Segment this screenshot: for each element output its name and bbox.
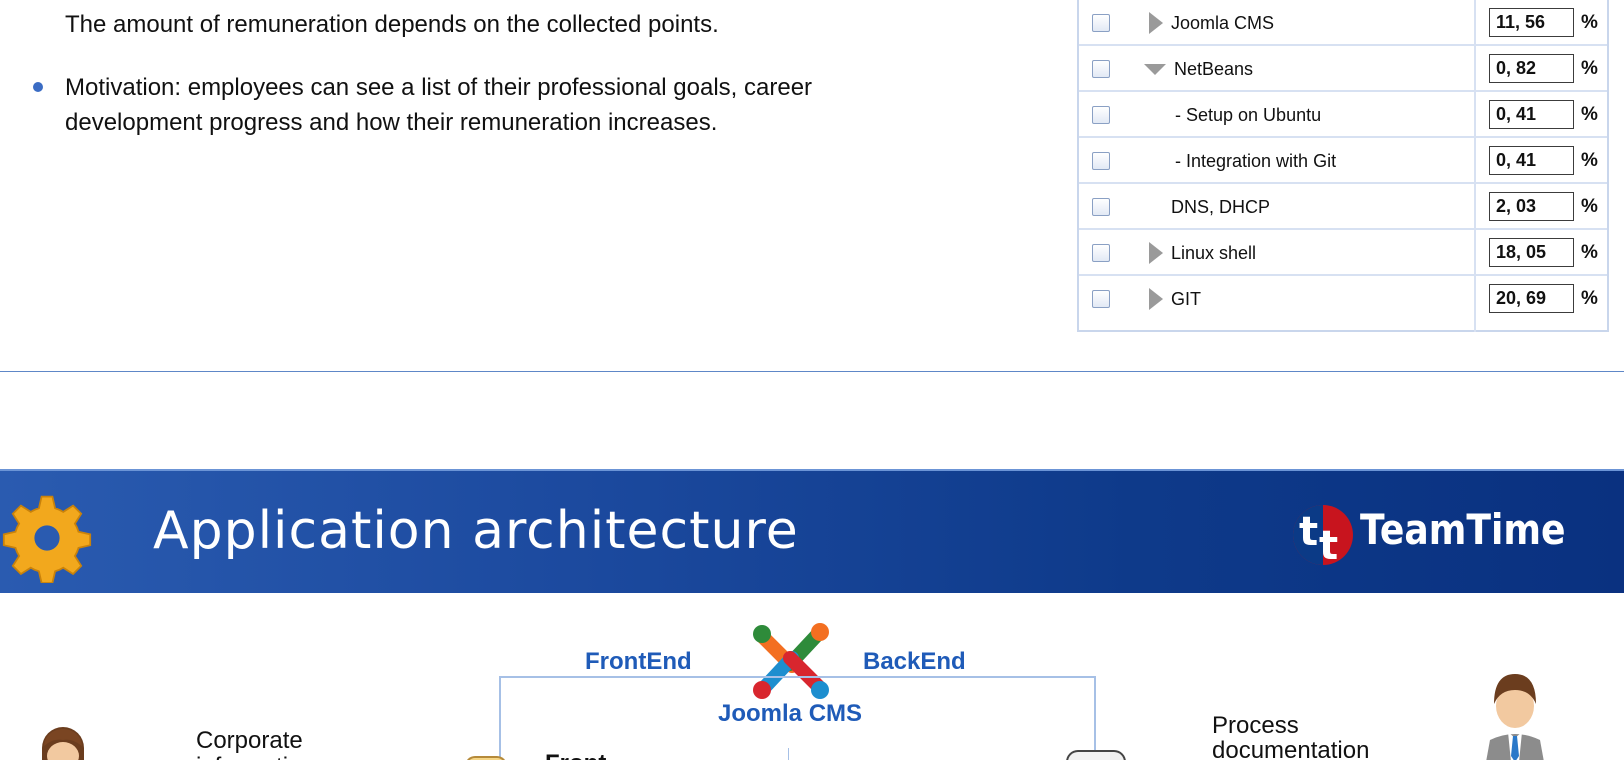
percent-sign: % [1581, 104, 1598, 125]
skill-row-netbeans[interactable]: NetBeans 0, 82 % [1079, 46, 1607, 92]
frontend-backend-divider [788, 748, 789, 760]
percent-sign: % [1581, 12, 1598, 33]
svg-text:t: t [1319, 523, 1338, 569]
percent-sign: % [1581, 288, 1598, 309]
frontend-label: FrontEnd [585, 648, 692, 675]
row-checkbox[interactable] [1092, 14, 1110, 32]
percent-sign: % [1581, 196, 1598, 217]
frontend-module-label: Front [545, 750, 606, 760]
motivation-text: Motivation: employees can see a list of … [65, 74, 813, 136]
skill-percent-field[interactable]: 0, 41 [1489, 146, 1574, 175]
brand-name: TeamTime [1360, 505, 1566, 554]
skill-label: DNS, DHCP [1171, 197, 1271, 217]
skill-label: - Setup on Ubuntu [1175, 105, 1322, 125]
remuneration-text: The amount of remuneration depends on th… [65, 11, 719, 38]
process-documentation-label: Process documentation [1212, 713, 1369, 760]
skill-percent-field[interactable]: 20, 69 [1489, 284, 1574, 313]
teamtime-logo-icon: t t [1293, 505, 1353, 569]
process-line-1: Process [1212, 712, 1299, 739]
skill-row-git-integration[interactable]: - Integration with Git 0, 41 % [1079, 138, 1607, 184]
folder-icon [465, 756, 507, 760]
skill-row-linux-shell[interactable]: Linux shell 18, 05 % [1079, 230, 1607, 276]
row-checkbox[interactable] [1092, 106, 1110, 124]
process-line-2: documentation [1212, 737, 1370, 760]
corporate-line-2: information [196, 754, 315, 760]
section-banner: Application architecture t t TeamTime [0, 469, 1624, 593]
slide-divider [0, 371, 1624, 372]
skill-row-dns-dhcp[interactable]: DNS, DHCP 2, 03 % [1079, 184, 1607, 230]
svg-text:t: t [1299, 509, 1318, 555]
expand-arrow-icon[interactable] [1149, 242, 1163, 264]
row-checkbox[interactable] [1092, 152, 1110, 170]
bullet-dot [33, 82, 43, 92]
percent-sign: % [1581, 58, 1598, 79]
row-checkbox[interactable] [1092, 244, 1110, 262]
employee-avatar-icon [42, 727, 84, 760]
percent-sign: % [1581, 242, 1598, 263]
collapse-arrow-icon[interactable] [1144, 64, 1166, 75]
row-checkbox[interactable] [1092, 198, 1110, 216]
expand-arrow-icon[interactable] [1149, 12, 1163, 34]
skill-label: NetBeans [1174, 59, 1254, 79]
skill-label: Linux shell [1171, 243, 1257, 263]
row-checkbox[interactable] [1092, 60, 1110, 78]
gear-icon [2, 495, 92, 583]
monitor-icon [1066, 750, 1126, 760]
skill-percent-field[interactable]: 0, 82 [1489, 54, 1574, 83]
corporate-information-label: Corporate information [196, 728, 315, 760]
skill-percent-field[interactable]: 0, 41 [1489, 100, 1574, 129]
skill-percent-field[interactable]: 18, 05 [1489, 238, 1574, 267]
manager-avatar-icon [1486, 674, 1544, 760]
expand-arrow-icon[interactable] [1149, 288, 1163, 310]
page-title: Application architecture [153, 501, 799, 561]
cms-label: Joomla CMS [718, 700, 863, 727]
skills-progress-table: Joomla CMS 11, 56 % NetBeans 0, 82 % - S… [1077, 0, 1609, 332]
skill-row-git[interactable]: GIT 20, 69 % [1079, 276, 1607, 322]
skill-label: - Integration with Git [1175, 151, 1337, 171]
skill-label: GIT [1171, 289, 1201, 309]
skill-percent-field[interactable]: 11, 56 [1489, 8, 1574, 37]
skill-row-setup-ubuntu[interactable]: - Setup on Ubuntu 0, 41 % [1079, 92, 1607, 138]
corporate-line-1: Corporate [196, 727, 303, 754]
skill-row-joomla[interactable]: Joomla CMS 11, 56 % [1079, 0, 1607, 46]
percent-sign: % [1581, 150, 1598, 171]
skill-label: Joomla CMS [1171, 13, 1275, 33]
skill-percent-field[interactable]: 2, 03 [1489, 192, 1574, 221]
row-checkbox[interactable] [1092, 290, 1110, 308]
backend-label: BackEnd [863, 648, 966, 675]
